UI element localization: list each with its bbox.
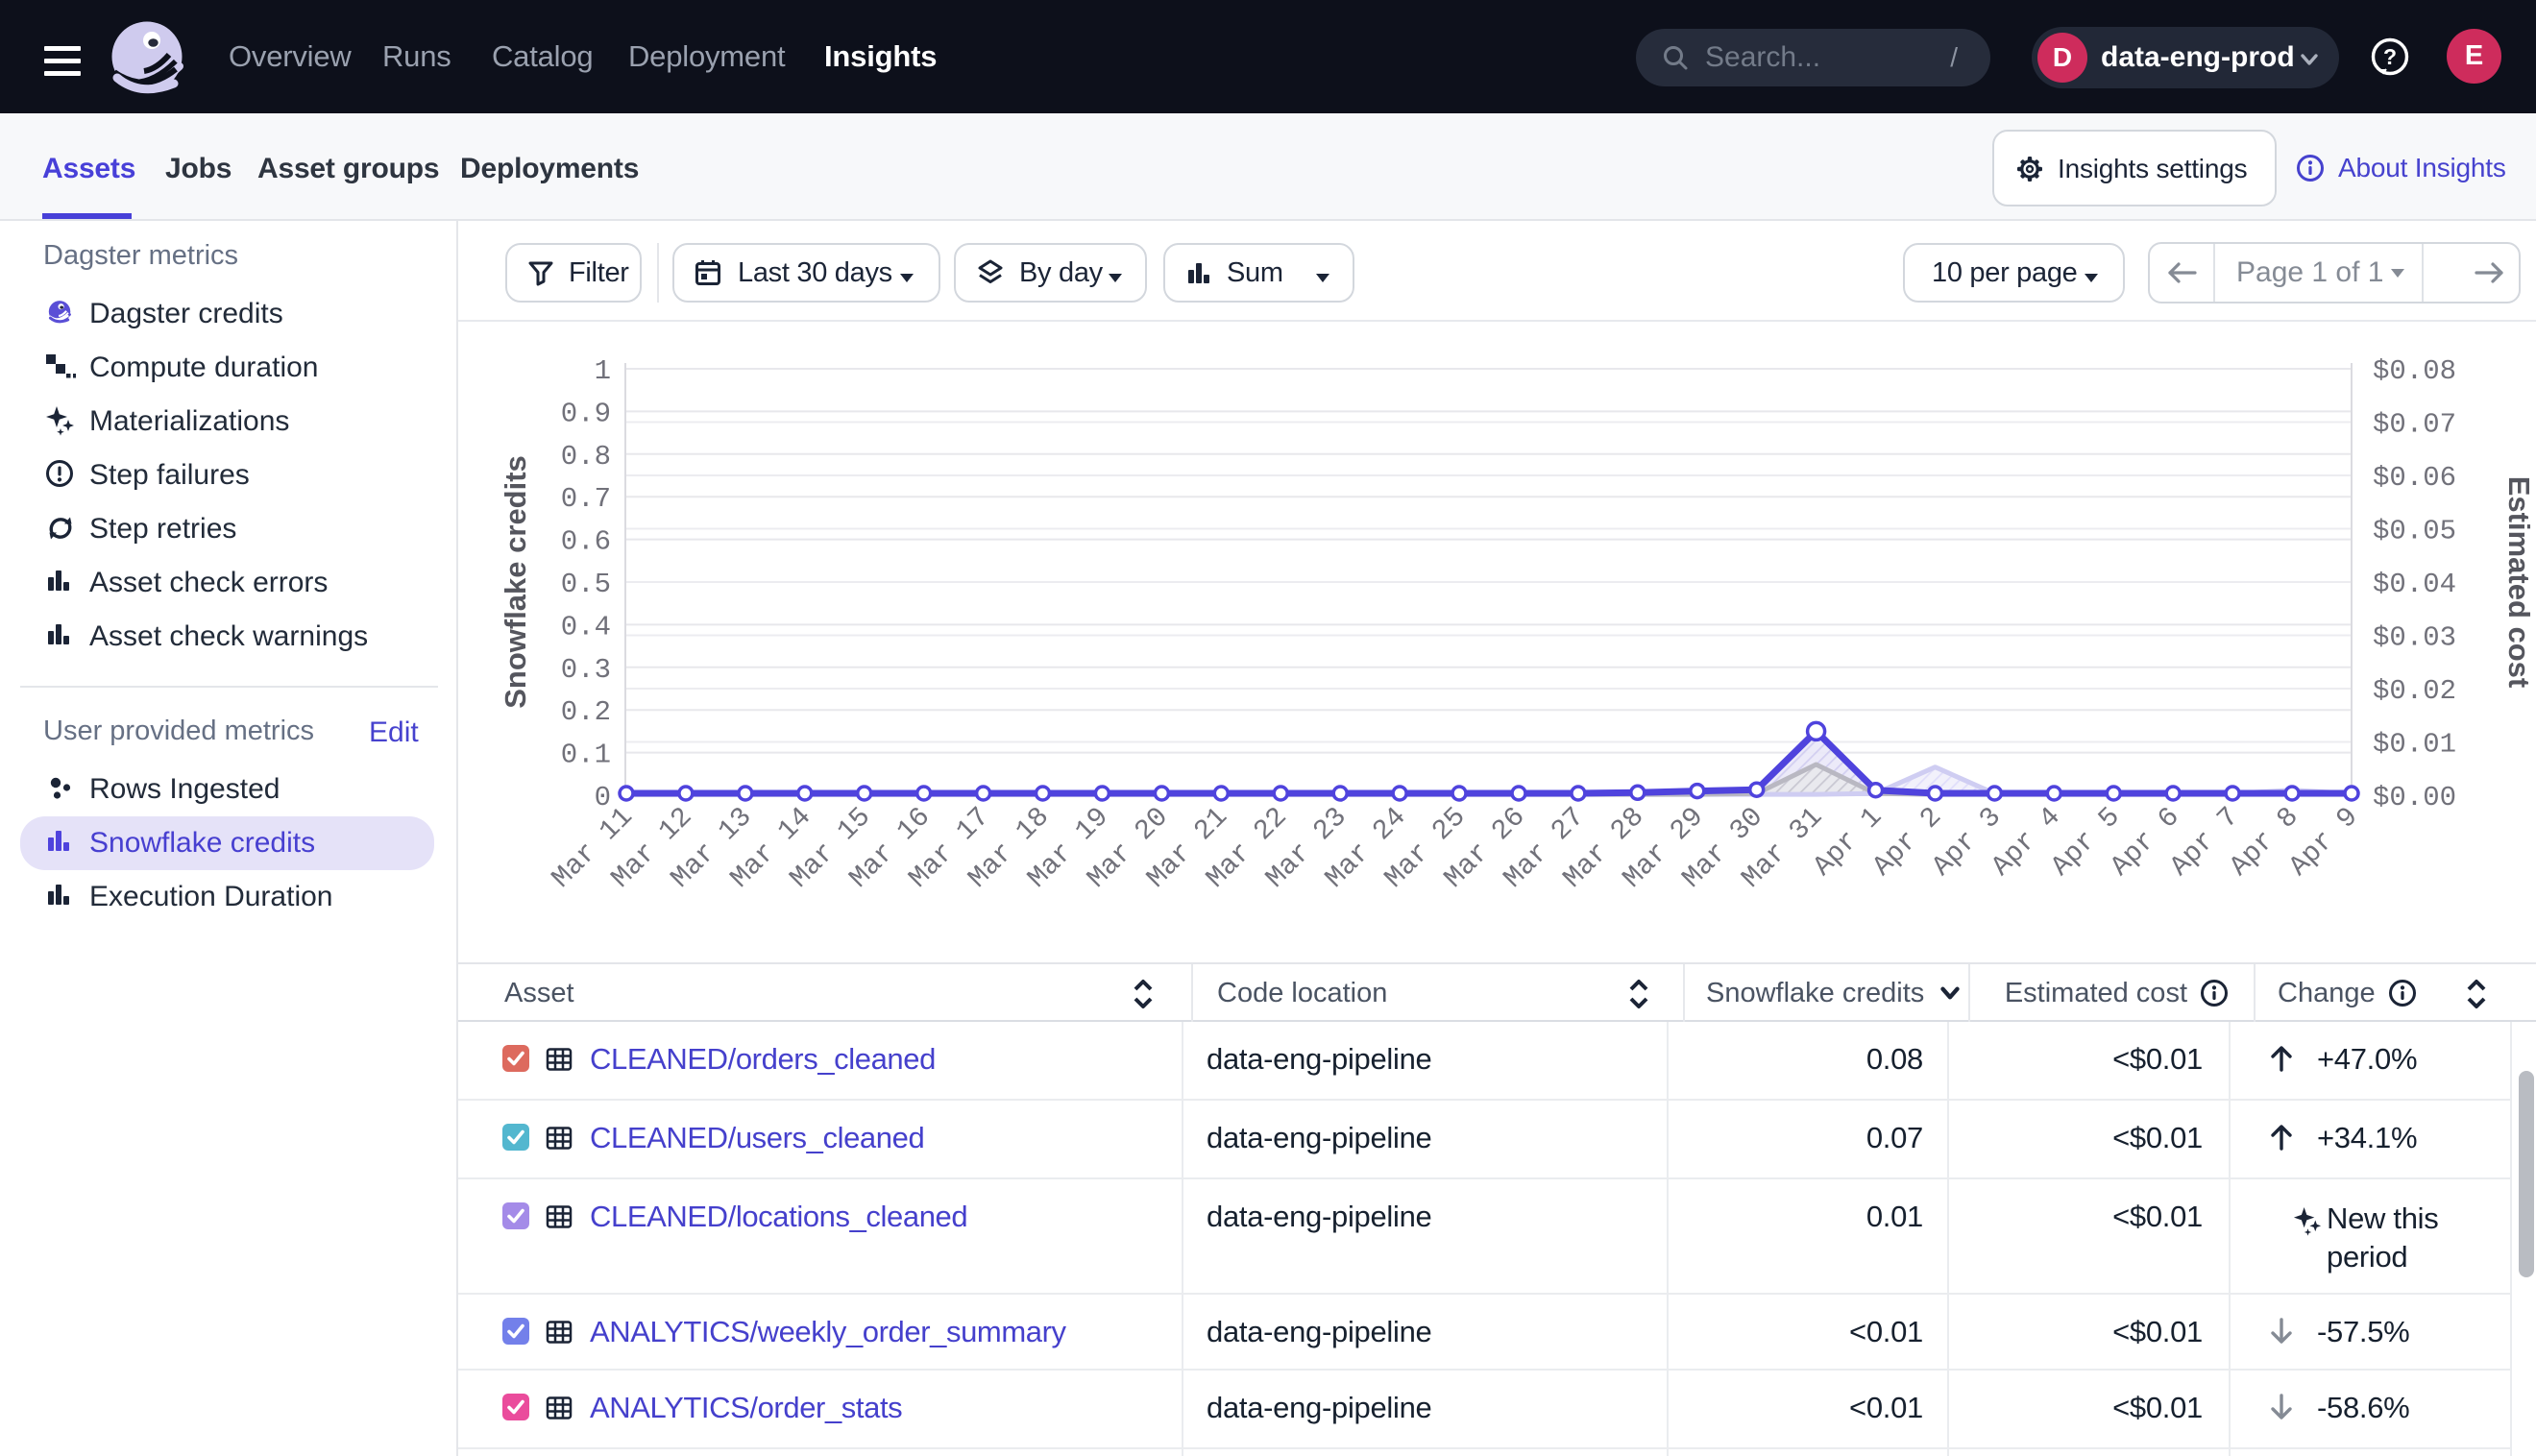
svg-text:$0.06: $0.06: [2373, 462, 2456, 494]
svg-text:Snowflake credits: Snowflake credits: [499, 455, 532, 709]
svg-text:1: 1: [595, 355, 611, 387]
svg-text:0.3: 0.3: [561, 654, 611, 686]
svg-text:0.2: 0.2: [561, 696, 611, 728]
svg-text:0.6: 0.6: [561, 526, 611, 558]
svg-text:$0.01: $0.01: [2373, 729, 2456, 761]
svg-text:?: ?: [2383, 44, 2397, 69]
svg-text:0.8: 0.8: [561, 441, 611, 473]
svg-text:$0.08: $0.08: [2373, 355, 2456, 387]
svg-text:Apr 9: Apr 9: [2283, 801, 2365, 883]
svg-text:0.7: 0.7: [561, 483, 611, 515]
svg-text:$0.05: $0.05: [2373, 516, 2456, 547]
svg-text:Estimated cost: Estimated cost: [2502, 476, 2536, 689]
svg-text:$0.02: $0.02: [2373, 675, 2456, 707]
svg-text:$0.03: $0.03: [2373, 622, 2456, 654]
svg-text:0.1: 0.1: [561, 740, 611, 771]
svg-text:$0.04: $0.04: [2373, 569, 2456, 600]
svg-text:$0.00: $0.00: [2373, 782, 2456, 813]
svg-text:$0.07: $0.07: [2373, 409, 2456, 441]
svg-text:0.5: 0.5: [561, 569, 611, 600]
svg-text:0.9: 0.9: [561, 398, 611, 429]
svg-text:0.4: 0.4: [561, 611, 611, 643]
